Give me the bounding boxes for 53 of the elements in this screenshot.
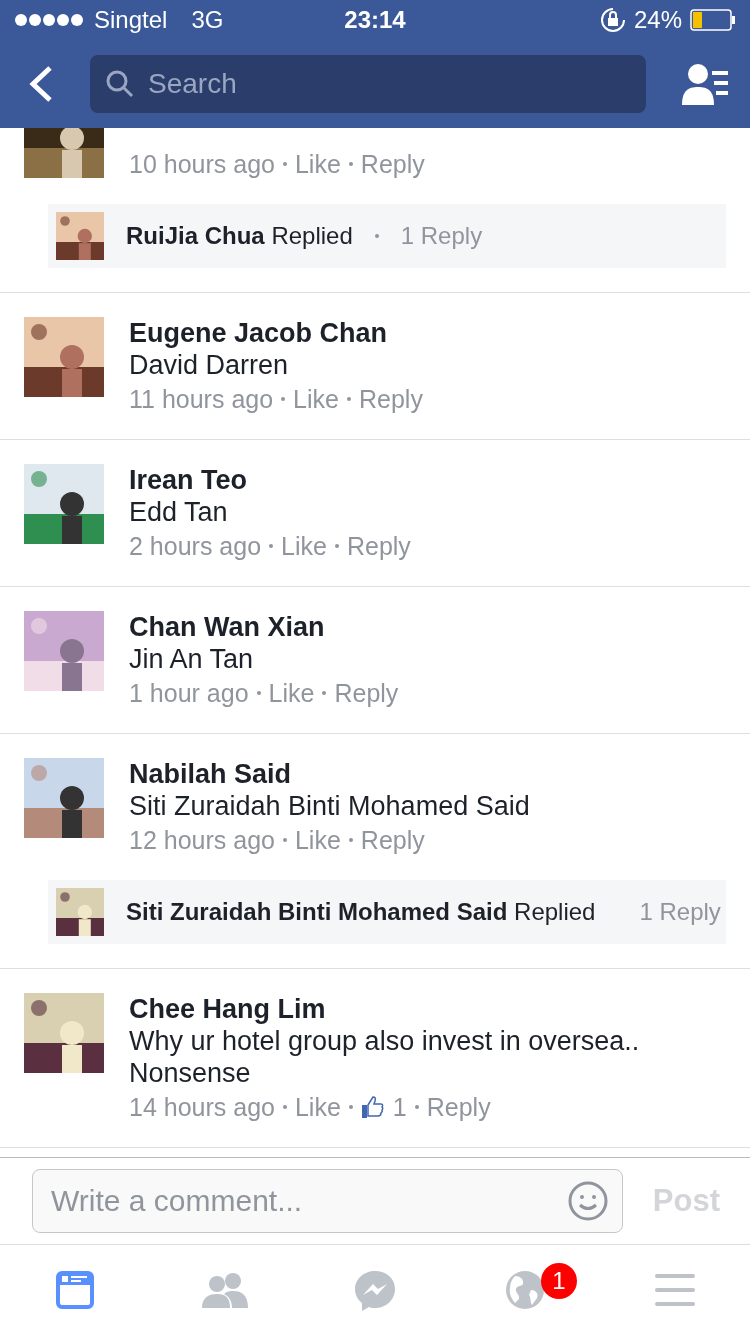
reply-link[interactable]: Reply [334, 677, 399, 709]
timestamp: 12 hours ago [129, 825, 275, 856]
reply-link[interactable]: Reply [360, 148, 425, 180]
signal-icon [14, 13, 84, 27]
like-link[interactable]: Like [294, 824, 341, 856]
news-feed-icon [56, 1270, 94, 1309]
comment-text: Why ur hotel group also invest in oversea.. Nonsense [129, 1025, 641, 1089]
comment-text: Edd Tan [129, 496, 229, 528]
battery-percent: 24% [633, 6, 682, 34]
like-link[interactable]: Like [294, 1091, 341, 1123]
search-icon [106, 70, 134, 98]
like-link[interactable]: Like [268, 677, 315, 709]
battery-icon [690, 9, 736, 31]
reply-link[interactable]: Reply [360, 824, 425, 856]
like-link[interactable]: Like [293, 383, 339, 415]
like-link[interactable]: Like [294, 148, 341, 180]
tab-bar-item[interactable]: 1 [450, 1245, 600, 1334]
reply-count: 1 Reply [400, 222, 483, 250]
like-link[interactable]: Like [281, 530, 327, 562]
menu-icon [655, 1273, 695, 1306]
messenger-icon [354, 1268, 396, 1311]
replies-bar[interactable]: RuiJia Chua Replied 1 Reply [48, 204, 726, 268]
reply-link[interactable]: Reply [426, 1091, 491, 1123]
thumbs-up-icon [360, 1095, 385, 1119]
timestamp: 14 hours ago [129, 1092, 275, 1123]
smiley-icon[interactable] [567, 1181, 608, 1221]
commenter-name[interactable]: Chee Hang Lim [129, 993, 726, 1025]
commenter-name[interactable]: Eugene Jacob Chan [129, 317, 423, 349]
reply-summary: Siti Zuraidah Binti Mohamed Said Replied [126, 898, 596, 926]
timestamp: 10 hours ago [129, 149, 275, 180]
commenter-name[interactable]: Nabilah Said [129, 758, 530, 790]
globe-icon [505, 1269, 545, 1310]
reply-link[interactable]: Reply [358, 383, 423, 415]
comment-text: Siti Zuraidah Binti Mohamed Said [129, 790, 530, 822]
friend-list-icon[interactable] [682, 63, 730, 105]
reply-link[interactable]: Reply [346, 530, 411, 562]
reply-summary: RuiJia Chua Replied [126, 222, 353, 250]
comment-text: Jin An Tan [129, 643, 255, 675]
timestamp: 1 hour ago [129, 678, 249, 709]
timestamp: 2 hours ago [129, 531, 262, 562]
timestamp: 11 hours ago [129, 384, 274, 415]
back-icon[interactable] [28, 65, 54, 103]
carrier-name: Singtel [94, 6, 168, 34]
comment-text: David Darren [129, 349, 290, 381]
clock: 23:14 [344, 6, 406, 34]
rotation-lock-icon [599, 7, 626, 33]
reply-count: 1 Reply [639, 898, 721, 926]
replies-bar[interactable]: Siti Zuraidah Binti Mohamed Said Replied 1 Reply [48, 880, 726, 944]
network-type: 3G [191, 6, 224, 34]
commenter-name[interactable]: Irean Teo [129, 464, 411, 496]
notification-badge: 1 [541, 1263, 577, 1299]
like-count: 1 [392, 1092, 407, 1123]
commenter-name[interactable]: Chan Wan Xian [129, 611, 399, 643]
